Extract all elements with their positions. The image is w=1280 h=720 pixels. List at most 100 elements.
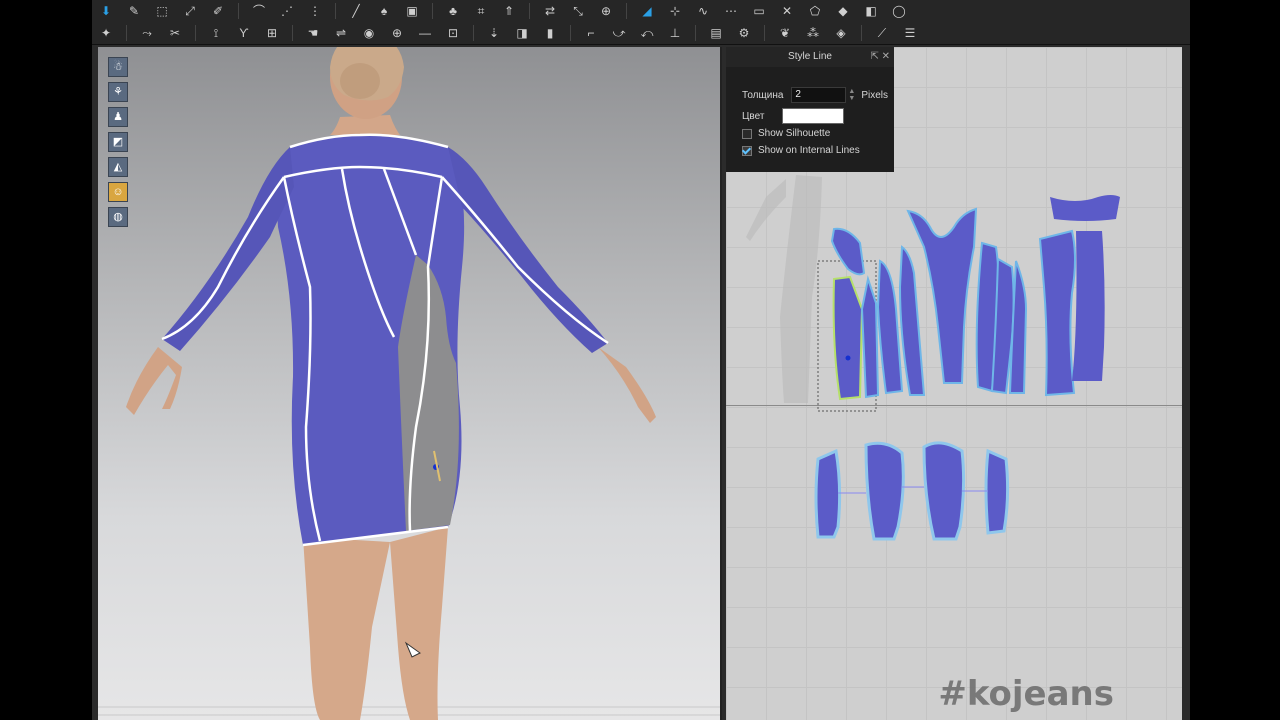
avatar-silhouette [746,175,822,403]
toolbar-second: ✦ ⤳ ✂ ⟟ Ƴ ⊞ ☚ ⇌ ◉ ⊕ — ⊡ ⇣ ◨ ▮ ⌐ ⤻ ⤺ ⊥ ▤ … [92,22,1190,45]
gear2-icon[interactable]: ❦ [776,25,794,41]
curve-icon[interactable]: ∿ [694,3,712,19]
avatar-display-icon[interactable]: ☃ [108,57,128,77]
hline-icon[interactable]: — [416,25,434,41]
toolbar-divider [529,3,530,19]
pose-icon[interactable]: ♟ [108,107,128,127]
transform-icon[interactable]: ⤢ [181,3,199,19]
cross-icon[interactable]: ✕ [778,3,796,19]
viewport-toolbar: ☃ ⚘ ♟ ◩ ◭ ☺ ◍ [108,57,128,227]
app-window: ⬇ ✎ ⬚ ⤢ ✐ ⌒ ⋰ ⋮ ╱ ♠ ▣ ♣ ⌗ ⇑ ⇄ ⤡ ⊕ ◢ ⊹ ∿ … [92,0,1190,720]
show-internal-label: Show on Internal Lines [758,145,860,156]
pattern-edit-icon[interactable]: ◢ [638,3,656,19]
move-icon[interactable]: ⬇ [97,3,115,19]
skin-icon[interactable]: ☺ [108,182,128,202]
texture-mode-icon[interactable]: ◩ [108,132,128,152]
pin-icon[interactable]: ⇱ [870,51,878,62]
sew-icon[interactable]: ⌒ [250,3,268,19]
stitch-icon[interactable]: ✂ [166,25,184,41]
garment-icon[interactable]: ♣ [444,3,462,19]
select-icon[interactable]: ⬚ [153,3,171,19]
show-internal-row[interactable]: Show on Internal Lines [742,145,860,156]
pin-icon[interactable]: ⋰ [278,3,296,19]
hair-bun [340,63,380,99]
color-swatch[interactable] [782,108,845,124]
toolbar-divider [570,25,571,41]
pattern-pieces [830,195,1120,401]
sewing-icon[interactable]: ⚙ [735,25,753,41]
hand-icon[interactable]: ☚ [304,25,322,41]
toolbar-divider [861,25,862,41]
target-icon[interactable]: ⊕ [388,25,406,41]
zip-icon[interactable]: ⌗ [472,3,490,19]
toolbar-divider [473,25,474,41]
brush-icon[interactable]: ✎ [125,3,143,19]
texture-icon[interactable]: ▤ [707,25,725,41]
show-silhouette-checkbox[interactable] [742,128,752,139]
viewport-3d[interactable]: ☃ ⚘ ♟ ◩ ◭ ☺ ◍ [98,47,722,720]
circle-icon[interactable]: ◯ [890,3,908,19]
thickness-unit: Pixels [861,89,889,101]
segment-icon[interactable]: ⋯ [722,3,740,19]
close-icon[interactable]: ✕ [882,51,890,62]
toolbar-divider [195,25,196,41]
dash-line-icon[interactable]: ☰ [901,25,919,41]
polygon-icon[interactable]: ⬠ [806,3,824,19]
cloth-icon[interactable]: ⊕ [597,3,615,19]
avatar-right-hand [598,347,656,423]
tack-icon[interactable]: ⟟ [207,25,225,41]
show-internal-checkbox[interactable] [742,145,752,156]
garment-display-icon[interactable]: ⚘ [108,82,128,102]
shirt-icon[interactable]: ♠ [375,3,393,19]
thickness-row: Толщина 2 ▲ ▼ Pixels [742,87,888,103]
thickness-input[interactable]: 2 [791,87,847,103]
color-label: Цвет [742,110,765,122]
notch-icon[interactable]: ⌐ [582,25,600,41]
show-silhouette-label: Show Silhouette [758,128,831,139]
fold-arrange-icon[interactable]: ⊥ [666,25,684,41]
toolbar-divider [432,3,433,19]
toolbar-divider [695,25,696,41]
up-icon[interactable]: ⇑ [500,3,518,19]
selection-point [845,355,851,361]
match-icon[interactable]: ⤺ [638,25,656,41]
tape-icon[interactable]: Ƴ [235,25,253,41]
arrange-icon[interactable]: ⇄ [541,3,559,19]
measure-icon[interactable]: ◨ [513,25,531,41]
avatar-scene[interactable] [98,47,720,720]
mirror-icon[interactable]: ◧ [862,3,880,19]
mesh-icon[interactable]: ◭ [108,157,128,177]
pin-tool-icon[interactable]: ⇣ [485,25,503,41]
arrange-pieces-icon[interactable]: ⤳ [138,25,156,41]
fold-icon[interactable]: ⋮ [306,3,324,19]
edit-icon[interactable]: ✐ [209,3,227,19]
graphic-icon[interactable]: ⊡ [444,25,462,41]
seam-line-icon[interactable]: ⤻ [610,25,628,41]
group-icon[interactable]: ⁂ [804,25,822,41]
piece-icon[interactable]: ◆ [834,3,852,19]
avatar-icon[interactable]: ✦ [97,25,115,41]
pattern-icon[interactable]: ◈ [832,25,850,41]
rect-icon[interactable]: ▭ [750,3,768,19]
show-silhouette-row[interactable]: Show Silhouette [742,128,830,139]
spin-arrows-icon[interactable]: ▲ ▼ [848,88,855,102]
diag-line-icon[interactable]: ⟋ [873,25,891,41]
layer-icon[interactable]: ▣ [403,3,421,19]
puff-icon[interactable]: ⊞ [263,25,281,41]
toolbar-divider [238,3,239,19]
line-icon[interactable]: ╱ [347,3,365,19]
toolbar-divider [764,25,765,41]
swap-icon[interactable]: ⇌ [332,25,350,41]
globe-icon[interactable]: ◍ [108,207,128,227]
panel-controls: ⇱ ✕ [870,47,890,67]
avatar-legs [303,527,448,720]
toolbar-divider [292,25,293,41]
watermark: #kojeans [938,674,1114,714]
fit-icon[interactable]: ⤡ [569,3,587,19]
avatar-left-hand [126,347,182,415]
point-icon[interactable]: ⊹ [666,3,684,19]
dress-right-sleeve [448,147,608,353]
toolbar-divider [335,3,336,19]
button-icon[interactable]: ◉ [360,25,378,41]
ruler-icon[interactable]: ▮ [541,25,559,41]
